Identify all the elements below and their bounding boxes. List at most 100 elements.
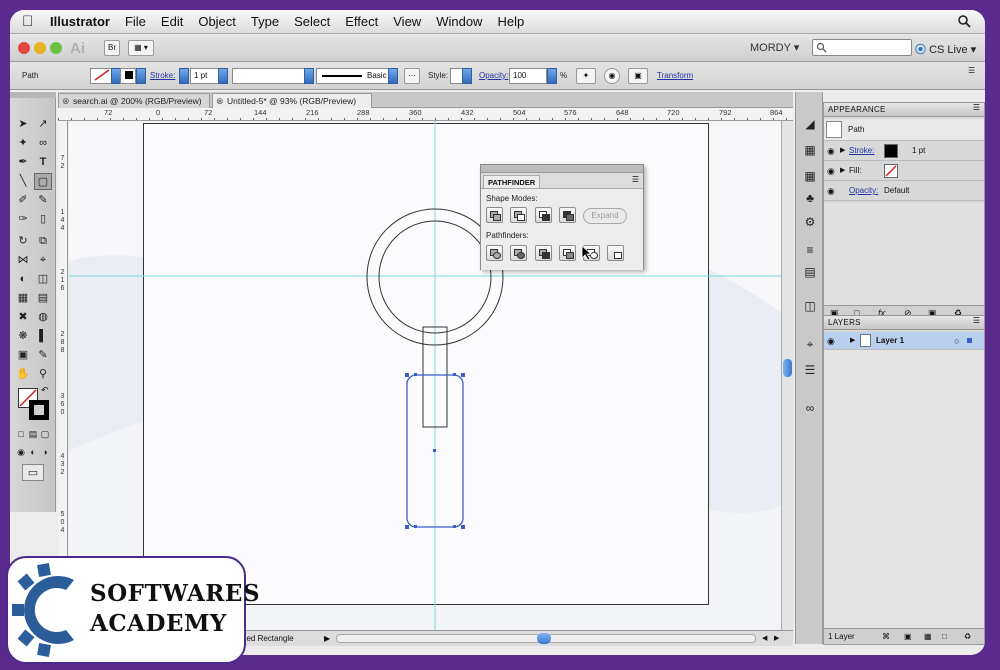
workspace-switcher[interactable]: MORDY ▾	[750, 41, 799, 54]
exclude-button[interactable]	[559, 207, 576, 223]
trim-button[interactable]	[510, 245, 527, 261]
minimize-window-button[interactable]	[34, 42, 46, 54]
horizontal-ruler[interactable]: 72 0 72 144 216 288 360 432 504 576 648 …	[58, 108, 793, 121]
stroke-panel-icon[interactable]: ≡	[802, 242, 818, 258]
menu-window[interactable]: Window	[436, 14, 482, 29]
appearance-fill-row[interactable]: ◉ ▶ Fill:	[824, 161, 984, 181]
stroke-attribute-label[interactable]: Stroke:	[849, 141, 874, 161]
stroke-swatch[interactable]	[120, 68, 136, 84]
appearance-stroke-row[interactable]: ◉ ▶ Stroke: 1 pt	[824, 141, 984, 161]
menu-type[interactable]: Type	[251, 14, 279, 29]
screen-mode-icon[interactable]: ▭	[22, 464, 44, 481]
appearance-menu-icon[interactable]: ☰	[973, 103, 980, 112]
fill-swatch[interactable]	[90, 68, 112, 84]
selection-indicator[interactable]	[967, 338, 972, 343]
scroll-thumb[interactable]	[783, 359, 792, 377]
stroke-weight-dropdown[interactable]	[218, 68, 228, 84]
menu-object[interactable]: Object	[198, 14, 236, 29]
crop-button[interactable]	[559, 245, 576, 261]
new-layer-icon[interactable]: □	[942, 629, 947, 645]
spotlight-icon[interactable]	[957, 14, 971, 28]
locate-object-icon[interactable]: ⌘	[882, 629, 890, 645]
rounded-rectangle-tool-icon[interactable]: ▢	[34, 173, 52, 190]
minus-front-button[interactable]	[510, 207, 527, 223]
intersect-button[interactable]	[535, 207, 552, 223]
align-reference-icon[interactable]: ▣	[628, 68, 648, 84]
visibility-eye-icon[interactable]: ◉	[827, 161, 835, 181]
direct-selection-tool-icon[interactable]: ↗	[34, 116, 52, 133]
menu-app[interactable]: Illustrator	[50, 14, 110, 29]
blob-brush-tool-icon[interactable]: ✑	[14, 211, 32, 228]
menu-file[interactable]: File	[125, 14, 146, 29]
menu-help[interactable]: Help	[497, 14, 524, 29]
menu-edit[interactable]: Edit	[161, 14, 183, 29]
fill-none-swatch[interactable]	[884, 164, 898, 178]
paintbrush-tool-icon[interactable]: ✐	[14, 192, 32, 209]
stroke-weight-stepper[interactable]	[179, 68, 189, 84]
delete-layer-icon[interactable]: ♻	[964, 629, 971, 645]
expand-triangle-icon[interactable]: ▶	[840, 161, 845, 181]
color-guide-icon[interactable]: ▦	[802, 142, 818, 158]
close-window-button[interactable]	[18, 42, 30, 54]
transform-panel-icon[interactable]: ⌖	[802, 336, 818, 352]
brush-definition[interactable]: Basic	[316, 68, 396, 84]
make-clipping-mask-icon[interactable]: ▣	[904, 629, 912, 645]
scale-tool-icon[interactable]: ⧉	[34, 233, 52, 250]
live-paint-bucket-icon[interactable]: ◫	[34, 271, 52, 288]
menu-view[interactable]: View	[393, 14, 421, 29]
color-panel-icon[interactable]: ◢	[802, 116, 818, 132]
status-menu-arrow[interactable]: ▶	[324, 631, 330, 646]
pathfinder-panel-header[interactable]	[481, 165, 643, 173]
column-graph-tool-icon[interactable]: ▌	[34, 328, 52, 345]
stroke-black-swatch[interactable]	[29, 400, 49, 420]
links-panel-icon[interactable]: ∞	[802, 400, 818, 416]
appearance-object-row[interactable]: Path	[824, 119, 984, 141]
layer-row[interactable]: ◉ ▶ Layer 1 ○	[824, 332, 984, 350]
tab-search-ai[interactable]: ⊗ search.ai @ 200% (RGB/Preview)	[58, 93, 210, 108]
document-canvas[interactable]: PATHFINDER ☰ Shape Modes: Expand Pathfin…	[69, 121, 793, 631]
width-profile-dropdown[interactable]	[304, 68, 314, 84]
visibility-eye-icon[interactable]: ◉	[827, 141, 835, 161]
graphic-styles-icon[interactable]: ◫	[802, 298, 818, 314]
pencil-tool-icon[interactable]: ✎	[34, 192, 52, 209]
gradient-panel-icon[interactable]: ▤	[802, 264, 818, 280]
appearance-opacity-row[interactable]: ◉ Opacity: Default	[824, 181, 984, 201]
perspective-grid-tool-icon[interactable]: ▦	[14, 290, 32, 307]
opacity-dropdown[interactable]	[547, 68, 557, 84]
lasso-tool-icon[interactable]: ∞	[34, 135, 52, 152]
opacity-label[interactable]: Opacity:	[479, 71, 508, 80]
width-tool-icon[interactable]: ⋈	[14, 252, 32, 269]
scroll-left-icon[interactable]: ◀	[762, 631, 767, 646]
type-tool-icon[interactable]: T	[34, 154, 52, 171]
control-panel-menu-icon[interactable]: ☰	[968, 66, 975, 75]
none-mode-icon[interactable]: ▢	[36, 426, 54, 443]
line-tool-icon[interactable]: ╲	[14, 173, 32, 190]
target-icon[interactable]: ○	[954, 332, 959, 350]
opacity-input[interactable]: 100	[509, 68, 547, 84]
menu-effect[interactable]: Effect	[345, 14, 378, 29]
symbols-icon[interactable]: ♣	[802, 190, 818, 206]
zoom-window-button[interactable]	[50, 42, 62, 54]
draw-inside-icon[interactable]: ◑	[36, 444, 54, 461]
minus-back-button[interactable]	[607, 245, 624, 261]
magic-wand-tool-icon[interactable]: ✦	[14, 135, 32, 152]
layers-menu-icon[interactable]: ☰	[973, 316, 980, 325]
symbol-sprayer-tool-icon[interactable]: ❋	[14, 328, 32, 345]
layers-tab[interactable]: LAYERS	[824, 316, 984, 330]
vertical-scrollbar[interactable]	[781, 121, 793, 630]
zoom-tool-icon[interactable]: ⚲	[34, 366, 52, 383]
rotate-tool-icon[interactable]: ↻	[14, 233, 32, 250]
apple-icon[interactable]: 	[22, 14, 36, 29]
fill-stroke-indicator[interactable]: ↶	[18, 385, 50, 422]
expand-triangle-icon[interactable]: ▶	[840, 141, 845, 161]
isolate-object-icon[interactable]: ◉	[604, 68, 620, 84]
recolor-artwork-icon[interactable]: ✦	[576, 68, 596, 84]
close-tab-icon[interactable]: ⊗	[216, 94, 224, 108]
brush-dropdown[interactable]	[388, 68, 398, 84]
opacity-attribute-label[interactable]: Opacity:	[849, 181, 878, 201]
cs-live-button[interactable]: ⦿ CS Live ▾	[915, 41, 976, 57]
align-panel-icon[interactable]: ☰	[802, 362, 818, 378]
divide-button[interactable]	[486, 245, 503, 261]
stroke-color-swatch[interactable]	[884, 144, 898, 158]
slice-tool-icon[interactable]: ✎	[34, 347, 52, 364]
